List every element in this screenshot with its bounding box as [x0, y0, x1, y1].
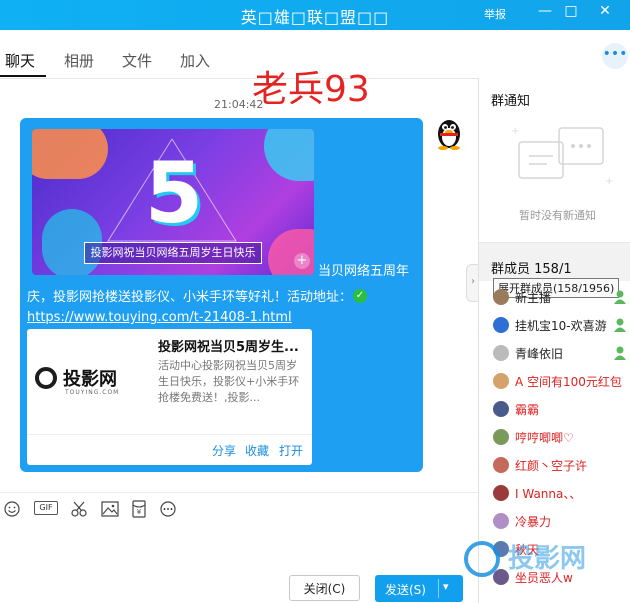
- input-toolbar: GIF ¥: [0, 492, 478, 523]
- member-row[interactable]: 哼哼唧唧♡: [479, 426, 630, 450]
- member-avatar[interactable]: [493, 429, 509, 445]
- verified-check-icon: ✓: [353, 289, 367, 303]
- banner-number: 5: [144, 144, 204, 242]
- notice-title: 群通知: [491, 94, 531, 109]
- send-button-divider: [438, 579, 439, 598]
- watermark-logo: 投影网: [464, 538, 624, 586]
- svg-text:+: +: [605, 176, 613, 187]
- member-name: I Wanna、、: [515, 487, 582, 501]
- maximize-icon[interactable]: □: [562, 3, 580, 23]
- chevron-down-icon[interactable]: ▾: [443, 580, 449, 593]
- message-text-line1: 当贝网络五周年: [318, 264, 410, 279]
- member-avatar[interactable]: [493, 289, 509, 305]
- message-link[interactable]: https://www.touying.com/t-21408-1.html: [27, 310, 292, 325]
- message-text-line2: 庆，投影网抢楼送投影仪、小米手环等好礼！活动地址：: [27, 290, 353, 305]
- member-row[interactable]: 青峰依旧: [479, 342, 630, 366]
- logo-ring-icon: [35, 367, 57, 389]
- admin-user-icon: [614, 346, 626, 360]
- card-divider: [27, 434, 312, 435]
- share-button[interactable]: 分享: [212, 442, 236, 459]
- member-avatar[interactable]: [493, 485, 509, 501]
- tab-join[interactable]: 加入: [180, 50, 210, 71]
- admin-user-icon: [614, 318, 626, 332]
- member-name: 红颜丶空子许: [515, 459, 588, 473]
- member-name: 哼哼唧唧♡: [515, 431, 574, 445]
- tab-album[interactable]: 相册: [64, 50, 94, 71]
- member-avatar[interactable]: [493, 317, 509, 333]
- member-avatar[interactable]: [493, 457, 509, 473]
- member-avatar[interactable]: [493, 373, 509, 389]
- red-packet-icon[interactable]: ¥: [132, 500, 146, 518]
- send-button[interactable]: 发送(S) ▾: [375, 575, 463, 602]
- member-row[interactable]: 挂机宝10-欢喜游: [479, 314, 630, 338]
- logo-text: 投影网: [63, 369, 117, 390]
- admin-user-icon: [614, 290, 626, 304]
- message-timestamp: 21:04:42: [214, 98, 264, 111]
- watermark-ring-icon: [464, 541, 500, 577]
- card-description: 活动中心投影网祝当贝5周岁生日快乐，投影仪+小米手环抢楼免费送！,投影...: [158, 359, 300, 404]
- title-bar: 英□雄□联□盟□□ 举报 — □ ✕: [0, 0, 630, 30]
- banner-decoration: [264, 129, 314, 181]
- card-title: 投影网祝当贝5周岁生...: [158, 340, 299, 355]
- close-window-icon[interactable]: ✕: [596, 3, 614, 23]
- message-banner-image[interactable]: 5 投影网祝当贝网络五周岁生日快乐 +: [32, 129, 314, 275]
- report-link[interactable]: 举报: [484, 6, 506, 22]
- emoji-icon[interactable]: [4, 501, 20, 517]
- member-row[interactable]: 新主播: [479, 286, 630, 310]
- tab-chat[interactable]: 聊天: [5, 50, 35, 71]
- send-button-label: 发送(S): [385, 583, 426, 597]
- empty-notice-icon: ++: [511, 126, 613, 187]
- more-icon[interactable]: [160, 501, 176, 517]
- svg-text:¥: ¥: [137, 508, 142, 516]
- member-row[interactable]: I Wanna、、: [479, 482, 630, 506]
- member-name: A 空间有100元红包: [515, 375, 622, 389]
- banner-decoration: [268, 229, 314, 275]
- touying-logo: 投影网 TOUYING.COM: [35, 361, 135, 401]
- watermark-text: 投影网: [508, 544, 587, 574]
- member-row[interactable]: A 空间有100元红包: [479, 370, 630, 394]
- member-name: 新主播: [515, 291, 552, 305]
- members-title[interactable]: 群成员 158/1: [491, 258, 572, 277]
- member-name: 冷暴力: [515, 515, 552, 529]
- member-avatar[interactable]: [493, 513, 509, 529]
- right-panel: 群通知 + + 暂时没有新通知 群成员 158/1 展开群成员(158/1956)…: [478, 78, 630, 603]
- gif-icon[interactable]: GIF: [34, 501, 58, 515]
- more-options-icon[interactable]: •••: [602, 43, 628, 69]
- zoom-plus-icon[interactable]: +: [294, 253, 310, 269]
- link-preview-card[interactable]: 投影网 TOUYING.COM 投影网祝当贝5周岁生... 活动中心投影网祝当贝…: [27, 329, 312, 465]
- overlay-text: 老兵93: [252, 69, 370, 110]
- notice-empty-text: 暂时没有新通知: [519, 209, 596, 222]
- member-name: 青峰依旧: [515, 347, 564, 361]
- logo-subtext: TOUYING.COM: [65, 389, 120, 396]
- image-icon[interactable]: [101, 501, 119, 517]
- banner-decoration: [32, 129, 108, 179]
- banner-caption: 投影网祝当贝网络五周岁生日快乐: [84, 242, 262, 264]
- member-row[interactable]: 冷暴力: [479, 510, 630, 534]
- member-row[interactable]: 红颜丶空子许: [479, 454, 630, 478]
- tab-files[interactable]: 文件: [122, 50, 152, 71]
- member-row[interactable]: 霸霸: [479, 398, 630, 422]
- favorite-button[interactable]: 收藏: [245, 442, 269, 459]
- member-avatar[interactable]: [493, 345, 509, 361]
- tab-bar: 聊天 相册 文件 加入: [0, 30, 478, 79]
- penguin-avatar-icon[interactable]: [432, 116, 466, 150]
- open-button[interactable]: 打开: [279, 442, 303, 459]
- svg-text:+: +: [511, 126, 519, 137]
- member-name: 霸霸: [515, 403, 540, 417]
- member-name: 挂机宝10-欢喜游: [515, 319, 607, 333]
- member-avatar[interactable]: [493, 401, 509, 417]
- minimize-icon[interactable]: —: [536, 3, 554, 23]
- active-tab-indicator: [0, 75, 46, 77]
- scissors-icon[interactable]: [70, 500, 88, 518]
- close-button[interactable]: 关闭(C): [289, 575, 360, 601]
